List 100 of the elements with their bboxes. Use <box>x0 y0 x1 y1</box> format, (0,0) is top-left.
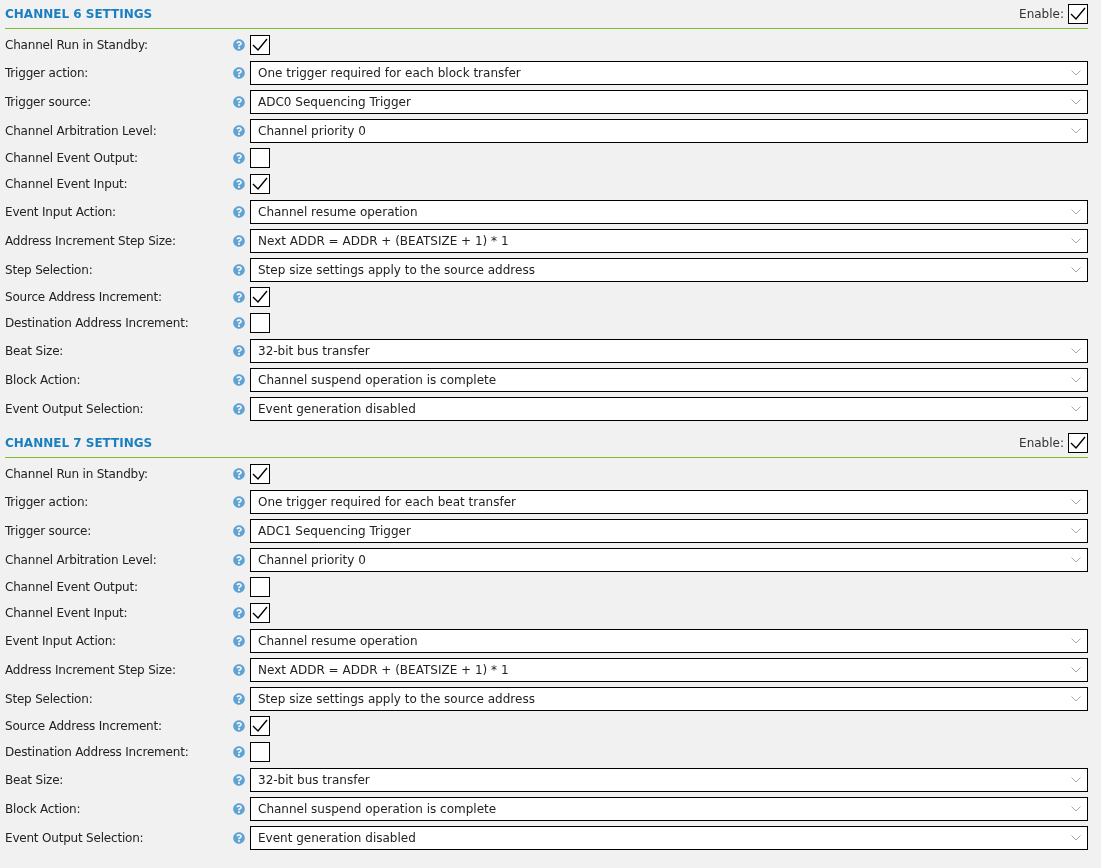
help-icon[interactable] <box>233 831 245 844</box>
field-label: Beat Size: <box>5 343 65 358</box>
dropdown[interactable]: One trigger required for each block transfer <box>250 60 1088 85</box>
checkbox[interactable] <box>250 603 270 623</box>
field-label: Channel Run in Standby: <box>5 467 149 481</box>
field-label: Trigger action: <box>5 494 90 509</box>
field-label: Block Action: <box>5 801 82 816</box>
help-icon[interactable] <box>233 746 245 758</box>
checkmark-icon <box>252 606 268 620</box>
checkbox[interactable] <box>250 716 270 736</box>
field-label: Channel Arbitration Level: <box>5 123 158 138</box>
dropdown[interactable]: Next ADDR = ADDR + (BEATSIZE + 1) * 1 <box>250 657 1088 682</box>
field-label: Trigger source: <box>5 523 93 538</box>
help-icon[interactable] <box>233 720 245 732</box>
chevron-down-icon <box>1071 347 1081 354</box>
help-icon[interactable] <box>233 124 245 137</box>
checkmark-icon <box>252 719 268 733</box>
checkbox[interactable] <box>250 174 270 194</box>
field-label: Event Input Action: <box>5 633 117 648</box>
field-label: Channel Event Output: <box>5 151 139 165</box>
help-icon[interactable] <box>233 773 245 786</box>
checkmark-icon <box>252 290 268 304</box>
dropdown[interactable]: Next ADDR = ADDR + (BEATSIZE + 1) * 1 <box>250 228 1088 253</box>
field-label: Trigger source: <box>5 94 93 109</box>
chevron-down-icon <box>1071 208 1081 215</box>
help-icon[interactable] <box>233 66 245 79</box>
field-label: Step Selection: <box>5 262 94 277</box>
help-icon[interactable] <box>233 495 245 508</box>
dropdown[interactable]: Step size settings apply to the source address <box>250 686 1088 711</box>
checkbox[interactable] <box>250 577 270 597</box>
help-icon[interactable] <box>233 663 245 676</box>
help-icon[interactable] <box>233 317 245 329</box>
dropdown[interactable]: 32-bit bus transfer <box>250 767 1088 792</box>
chevron-down-icon <box>1071 266 1081 273</box>
help-icon[interactable] <box>233 344 245 357</box>
field-label: Destination Address Increment: <box>5 745 190 759</box>
field-label: Trigger action: <box>5 65 90 80</box>
checkbox[interactable] <box>250 287 270 307</box>
field-label: Event Input Action: <box>5 204 117 219</box>
field-label: Channel Event Output: <box>5 580 139 594</box>
dropdown[interactable]: Step size settings apply to the source address <box>250 257 1088 282</box>
field-label: Source Address Increment: <box>5 290 163 304</box>
dropdown[interactable]: 32-bit bus transfer <box>250 338 1088 363</box>
help-icon[interactable] <box>233 95 245 108</box>
help-icon[interactable] <box>233 402 245 415</box>
field-label: Event Output Selection: <box>5 830 145 845</box>
chevron-down-icon <box>1071 69 1081 76</box>
help-icon[interactable] <box>233 291 245 303</box>
chevron-down-icon <box>1071 556 1081 563</box>
help-icon[interactable] <box>233 39 245 51</box>
checkbox[interactable] <box>250 35 270 55</box>
dropdown[interactable]: One trigger required for each beat transfer <box>250 489 1088 514</box>
field-label: Beat Size: <box>5 772 65 787</box>
field-label: Source Address Increment: <box>5 719 163 733</box>
help-icon[interactable] <box>233 178 245 190</box>
help-icon[interactable] <box>233 607 245 619</box>
field-label: Block Action: <box>5 372 82 387</box>
help-icon[interactable] <box>233 524 245 537</box>
help-icon[interactable] <box>233 263 245 276</box>
checkbox[interactable] <box>250 313 270 333</box>
dropdown[interactable]: Channel priority 0 <box>250 547 1088 572</box>
help-icon[interactable] <box>233 373 245 386</box>
help-icon[interactable] <box>233 553 245 566</box>
help-icon[interactable] <box>233 205 245 218</box>
field-label: Channel Run in Standby: <box>5 38 149 52</box>
field-label: Channel Arbitration Level: <box>5 552 158 567</box>
chevron-down-icon <box>1071 376 1081 383</box>
chevron-down-icon <box>1071 666 1081 673</box>
checkbox[interactable] <box>1068 433 1088 453</box>
help-icon[interactable] <box>233 802 245 815</box>
help-icon[interactable] <box>233 468 245 480</box>
help-icon[interactable] <box>233 152 245 164</box>
help-icon[interactable] <box>233 634 245 647</box>
checkbox[interactable] <box>250 464 270 484</box>
checkbox[interactable] <box>250 148 270 168</box>
help-icon[interactable] <box>233 581 245 593</box>
chevron-down-icon <box>1071 805 1081 812</box>
chevron-down-icon <box>1071 695 1081 702</box>
dropdown[interactable]: Event generation disabled <box>250 396 1088 421</box>
field-label: Step Selection: <box>5 691 94 706</box>
dropdown[interactable]: ADC0 Sequencing Trigger <box>250 89 1088 114</box>
help-icon[interactable] <box>233 234 245 247</box>
chevron-down-icon <box>1071 834 1081 841</box>
dropdown[interactable]: Channel resume operation <box>250 628 1088 653</box>
checkbox[interactable] <box>1068 4 1088 24</box>
dropdown[interactable]: ADC1 Sequencing Trigger <box>250 518 1088 543</box>
dropdown[interactable]: Channel suspend operation is complete <box>250 796 1088 821</box>
dropdown[interactable]: Channel resume operation <box>250 199 1088 224</box>
dropdown[interactable]: Event generation disabled <box>250 825 1088 850</box>
dropdown[interactable]: Channel priority 0 <box>250 118 1088 143</box>
checkbox[interactable] <box>250 742 270 762</box>
chevron-down-icon <box>1071 98 1081 105</box>
checkmark-icon <box>1070 7 1086 21</box>
checkmark-icon <box>1070 436 1086 450</box>
field-label: Channel Event Input: <box>5 606 129 620</box>
dropdown[interactable]: Channel suspend operation is complete <box>250 367 1088 392</box>
checkmark-icon <box>252 38 268 52</box>
chevron-down-icon <box>1071 776 1081 783</box>
help-icon[interactable] <box>233 692 245 705</box>
chevron-down-icon <box>1071 637 1081 644</box>
